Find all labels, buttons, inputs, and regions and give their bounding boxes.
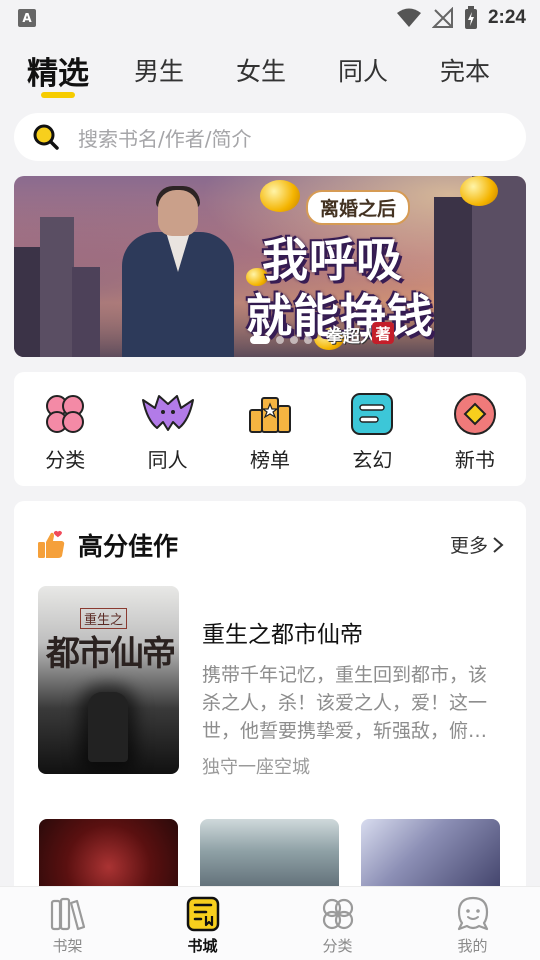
active-tab-indicator bbox=[41, 92, 75, 98]
book-description: 携带千年记忆，重生回到都市，该杀之人，杀！该爱之人，爱！这一世，他誓要携挚爱，斩… bbox=[202, 664, 488, 742]
status-bar: A 2:24 bbox=[0, 0, 540, 36]
nav-bookshelf-label: 书架 bbox=[52, 937, 83, 955]
more-link[interactable]: 更多 bbox=[450, 531, 504, 558]
bookshelf-icon bbox=[50, 897, 85, 931]
bottom-navigation: 书架 书城 分类 我的 bbox=[0, 886, 540, 960]
shortcut-fanfic-label: 同人 bbox=[147, 448, 188, 472]
tab-completed-label: 完本 bbox=[439, 57, 490, 86]
section-header: 高分佳作 bbox=[36, 527, 178, 563]
nav-category[interactable]: 分类 bbox=[270, 887, 405, 960]
tab-male[interactable]: 男生 bbox=[116, 44, 202, 88]
book-cover[interactable]: 重生之 都市仙帝 bbox=[38, 586, 179, 774]
shortcut-new-books-label: 新书 bbox=[454, 448, 495, 472]
shortcut-ranking-label: 榜单 bbox=[250, 448, 291, 472]
chevron-right-icon bbox=[493, 536, 504, 553]
search-placeholder: 搜索书名/作者/简介 bbox=[78, 126, 252, 151]
tab-featured[interactable]: 精选 bbox=[0, 44, 116, 98]
shortcut-category[interactable]: 分类 bbox=[14, 372, 116, 486]
tab-featured-label: 精选 bbox=[27, 56, 89, 92]
tab-fanfic-label: 同人 bbox=[337, 57, 388, 86]
banner-pagination bbox=[250, 336, 312, 344]
battery-charging-icon bbox=[464, 6, 477, 29]
pagination-dot[interactable] bbox=[276, 336, 284, 344]
pagination-dot[interactable] bbox=[290, 336, 298, 344]
notification-app-icon: A bbox=[18, 9, 36, 27]
book-title[interactable]: 重生之都市仙帝 bbox=[202, 615, 363, 649]
tab-fanfic[interactable]: 同人 bbox=[320, 44, 406, 88]
shortcut-category-label: 分类 bbox=[45, 448, 86, 472]
cover-title: 都市仙帝 bbox=[46, 634, 176, 674]
category-shortcuts: 分类 同人 榜单 玄幻 新书 bbox=[14, 372, 526, 486]
tab-female-label: 女生 bbox=[235, 57, 286, 86]
clover-icon bbox=[46, 395, 85, 433]
diamond-badge-icon bbox=[453, 393, 496, 435]
banner-author-seal: 著 bbox=[372, 322, 394, 344]
top-tab-bar: 精选 男生 女生 同人 完本 bbox=[0, 44, 540, 104]
shortcut-new-books[interactable]: 新书 bbox=[424, 372, 526, 486]
thumbs-up-icon bbox=[38, 530, 65, 558]
shortcut-ranking[interactable]: 榜单 bbox=[219, 372, 321, 486]
banner-author: 拳超人 bbox=[326, 327, 377, 347]
category-icon bbox=[322, 898, 353, 930]
section-title: 高分佳作 bbox=[78, 532, 179, 561]
pagination-dot[interactable] bbox=[250, 336, 270, 344]
nav-profile-label: 我的 bbox=[457, 937, 488, 955]
tab-male-label: 男生 bbox=[133, 57, 184, 86]
shortcut-fantasy[interactable]: 玄幻 bbox=[321, 372, 423, 486]
nav-profile[interactable]: 我的 bbox=[405, 887, 540, 960]
nav-bookshelf[interactable]: 书架 bbox=[0, 887, 135, 960]
no-signal-icon bbox=[431, 7, 453, 28]
banner-character-illustration bbox=[112, 186, 244, 357]
tab-female[interactable]: 女生 bbox=[202, 44, 320, 88]
scroll-icon bbox=[351, 393, 394, 435]
profile-icon bbox=[457, 896, 488, 931]
bat-icon bbox=[141, 395, 194, 431]
book-author: 独守一座空城 bbox=[202, 757, 310, 778]
ranking-icon bbox=[249, 397, 292, 433]
shortcut-fanfic[interactable]: 同人 bbox=[116, 372, 218, 486]
more-label: 更多 bbox=[449, 535, 488, 557]
search-icon bbox=[33, 124, 59, 150]
promo-banner[interactable]: 离婚之后 我呼吸 就能挣钱 拳超人 著 bbox=[14, 176, 526, 357]
clock: 2:24 bbox=[487, 7, 526, 28]
tab-completed[interactable]: 完本 bbox=[406, 44, 524, 88]
pagination-dot[interactable] bbox=[304, 336, 312, 344]
banner-tag: 离婚之后 bbox=[306, 190, 411, 225]
search-bar[interactable]: 搜索书名/作者/简介 bbox=[14, 113, 526, 161]
nav-bookstore[interactable]: 书城 bbox=[135, 887, 270, 960]
bookstore-icon bbox=[186, 896, 219, 932]
cover-figure-illustration bbox=[88, 692, 128, 762]
wifi-icon bbox=[396, 8, 421, 27]
nav-bookstore-label: 书城 bbox=[187, 937, 218, 955]
shortcut-fantasy-label: 玄幻 bbox=[352, 448, 393, 472]
nav-category-label: 分类 bbox=[322, 937, 353, 955]
